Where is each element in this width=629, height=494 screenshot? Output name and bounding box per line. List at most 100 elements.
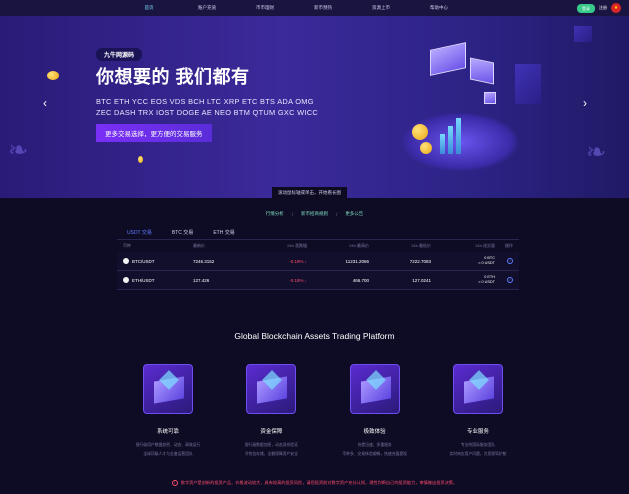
change-cell: -0.18% ↓: [245, 259, 307, 264]
header-action: 操作: [505, 243, 513, 248]
system-reliable-illustration: [143, 364, 193, 414]
section-title: Global Blockchain Assets Trading Platfor…: [234, 331, 395, 341]
feature-title: 专业服务: [466, 429, 489, 435]
volume-cell: 0 BTC ≈ 0 USDT: [431, 256, 495, 266]
bar-illustration: [448, 126, 453, 154]
leaf-decoration-icon: ❧: [586, 139, 607, 166]
feature-desc-line: 银行级用户数据加密、动态、高效运行: [135, 443, 201, 447]
nav-item-finance[interactable]: 币币理财: [236, 0, 294, 16]
header-change: 24h 涨跌幅: [287, 243, 307, 248]
coin-stack-icon: [420, 142, 432, 154]
change-value: -0.18%: [289, 258, 304, 264]
screen-illustration: [484, 92, 496, 104]
register-button[interactable]: 注册: [599, 5, 607, 11]
hero-title: 你想要的 我们都有: [96, 67, 250, 87]
feature-desc: 银行级数据加密，动态身份验证 冷钱包存储，全额保障资产安全: [221, 441, 321, 459]
coin-decoration-icon: [138, 156, 143, 163]
brand-badge: 九牛网源码: [96, 48, 143, 61]
prev-slide-arrow-icon[interactable]: ‹: [43, 96, 47, 110]
top-nav: 首页 账户充值 币币理财 新币预热 资源上币 帮助中心 登录 注册 ★: [0, 0, 629, 16]
screen-illustration: [470, 57, 494, 85]
feature-card: 系统可靠 银行级用户数据加密、动态、高效运行 全球顶级人才与全速运营团队: [118, 364, 218, 459]
volume-cell: 0 ETH ≈ 0 USDT: [431, 275, 495, 285]
announce-link-rules[interactable]: 新币招商规则: [301, 211, 328, 217]
fund-security-illustration: [246, 364, 297, 414]
pair-cell: ETH/USDT: [123, 277, 193, 283]
feature-desc-line: 冷钱包存储，全额保障资产安全: [244, 452, 298, 456]
tab-eth[interactable]: ETH 交易: [213, 229, 234, 236]
nav-user-actions: 登录 注册 ★: [577, 3, 621, 13]
nav-item-home[interactable]: 首页: [120, 0, 178, 16]
feature-desc-line: 专业的国际服务团队: [460, 443, 496, 447]
coin-decoration-icon: [47, 71, 59, 80]
cube-decoration: [515, 64, 541, 104]
pro-service-illustration: [452, 364, 503, 414]
feature-title: 系统可靠: [156, 429, 179, 435]
pair-cell: BTC/USDT: [123, 258, 193, 264]
market-table: USDT 交易 BTC 交易 ETH 交易 币种 最新价 24h 涨跌幅 24h…: [117, 226, 519, 290]
change-cell: -0.18% ↓: [245, 278, 307, 283]
risk-notice: ! 数字资产是创新的投资产品，价格波动较大，具有较高的投资风险，请您投资前对数字资…: [0, 480, 629, 486]
pair-name: ETH/USDT: [132, 277, 155, 283]
warning-icon: !: [171, 480, 178, 486]
feature-desc-line: 银行级数据加密，动态身份验证: [244, 443, 298, 447]
price-cell: 7246.3152: [193, 258, 215, 264]
hero-banner: ❧ ❧ ‹ › 九牛网源码 你想要的 我们都有 BTC ETH YCC EOS …: [0, 16, 629, 198]
feature-desc-line: 实时响应用户问题，为您保驾护航: [449, 452, 507, 456]
bar-illustration: [440, 134, 445, 154]
volume-usdt: ≈ 0 USDT: [478, 280, 495, 284]
btc-coin-icon: [123, 258, 129, 264]
announce-link-more[interactable]: 更多公告: [345, 211, 363, 217]
tab-usdt[interactable]: USDT 交易: [127, 229, 152, 236]
user-experience-illustration: [349, 364, 400, 414]
bar-illustration: [456, 118, 461, 154]
feature-card: 资金保障 银行级数据加密，动态身份验证 冷钱包存储，全额保障资产安全: [221, 364, 321, 459]
trade-arrow-icon[interactable]: ›: [507, 258, 513, 264]
cube-decoration: [574, 26, 592, 42]
table-row[interactable]: BTC/USDT 7246.3152 -0.18% ↓ 11231.2066 7…: [117, 252, 519, 271]
divider: /: [291, 211, 293, 217]
header-high: 24h 最高价: [349, 243, 369, 248]
login-button[interactable]: 登录: [577, 3, 595, 13]
high-cell: 466.700: [352, 277, 369, 283]
divider: /: [336, 211, 338, 217]
price-cell: 127.426: [193, 277, 210, 283]
nav-item-recharge[interactable]: 账户充值: [178, 0, 236, 16]
pair-name: BTC/USDT: [132, 258, 155, 264]
nav-item-new-coins[interactable]: 新币预热: [294, 0, 352, 16]
feature-desc-line: 充提迅速，多重服务: [357, 443, 392, 447]
screen-illustration: [430, 42, 466, 76]
china-flag-icon[interactable]: ★: [611, 3, 621, 13]
feature-title: 极致体验: [363, 429, 386, 435]
trade-arrow-icon[interactable]: ›: [507, 277, 513, 283]
high-cell: 11231.2066: [345, 258, 369, 264]
header-volume: 24h 成交量: [475, 243, 495, 248]
low-cell: 7222.7093: [409, 258, 431, 264]
header-price: 最新价: [193, 243, 205, 248]
hero-cta-button[interactable]: 更多交易选择，更方便的交易服务: [96, 124, 212, 142]
nav-menu: 首页 账户充值 币币理财 新币预热 资源上币 帮助中心: [120, 0, 468, 16]
change-value: -0.18%: [289, 277, 304, 283]
next-slide-arrow-icon[interactable]: ›: [583, 96, 587, 110]
nav-item-help[interactable]: 帮助中心: [410, 0, 468, 16]
action-cell: ›: [495, 258, 513, 264]
market-tabs: USDT 交易 BTC 交易 ETH 交易: [117, 226, 519, 240]
table-header: 币种 最新价 24h 涨跌幅 24h 最高价 24h 最低价 24h 成交量 操…: [117, 240, 519, 252]
action-cell: ›: [495, 277, 513, 283]
header-low: 24h 最低价: [411, 243, 431, 248]
page: 首页 账户充值 币币理财 新币预热 资源上币 帮助中心 登录 注册 ★ ❧ ❧ …: [0, 0, 629, 494]
leaf-decoration-icon: ❧: [8, 137, 29, 164]
feature-card: 专业服务 专业的国际服务团队实时响应用户问题，为您保驾护航: [428, 364, 528, 459]
volume-usdt: ≈ 0 USDT: [478, 261, 495, 265]
feature-title: 资金保障: [260, 429, 283, 435]
eth-coin-icon: [123, 277, 129, 283]
feature-desc-line: 全球顶级人才与全速运营团队: [143, 452, 193, 456]
header-pair: 币种: [123, 243, 131, 248]
feature-desc: 银行级用户数据加密、动态、高效运行 全球顶级人才与全速运营团队: [118, 441, 218, 459]
nav-item-listing[interactable]: 资源上币: [352, 0, 410, 16]
tab-btc[interactable]: BTC 交易: [172, 229, 193, 236]
feature-desc: 充提迅速，多重服务 币种多、交易体验顺畅，快速充值提现: [325, 441, 425, 459]
coin-stack-icon: [412, 124, 428, 140]
table-row[interactable]: ETH/USDT 127.426 -0.18% ↓ 466.700 127.02…: [117, 271, 519, 290]
announce-link-analysis[interactable]: 行情分析: [266, 211, 284, 217]
